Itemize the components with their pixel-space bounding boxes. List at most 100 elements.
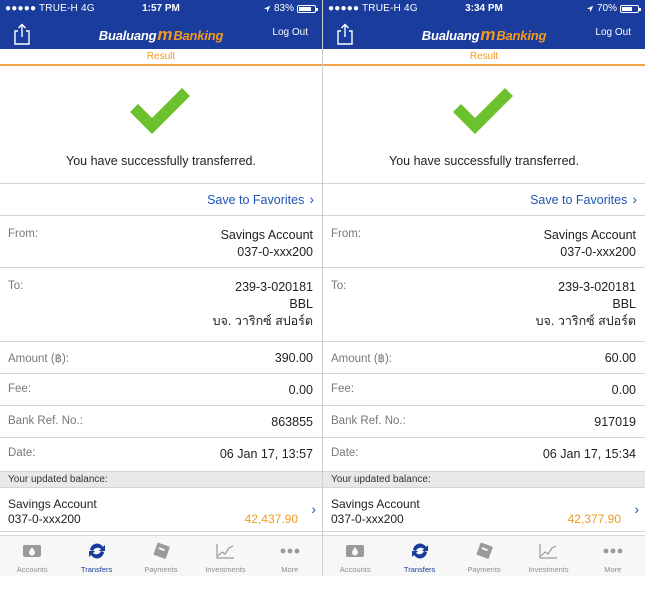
step-indicator: Result — [0, 49, 322, 66]
battery-percent: 70% — [596, 3, 617, 14]
tab-investments[interactable]: Investments — [516, 536, 580, 576]
location-arrow-icon — [263, 5, 271, 12]
date-label: Date: — [8, 447, 36, 459]
transfer-details: Save to Favorites › From: Savings Account… — [0, 183, 322, 532]
logo-text-main: Bualuang — [421, 28, 480, 43]
fee-row: Fee: 0.00 — [323, 374, 645, 406]
balance-amount: 42,377.90 — [567, 512, 621, 526]
investments-icon — [216, 544, 235, 559]
date-value: 06 Jan 17, 13:57 — [219, 447, 313, 461]
tab-accounts-label: Accounts — [339, 565, 371, 574]
tab-more[interactable]: More — [258, 536, 322, 576]
from-value: Savings Account 037-0-xxx200 — [221, 227, 313, 261]
save-to-favorites-button[interactable]: Save to Favorites › — [0, 184, 322, 216]
battery-icon — [620, 4, 641, 13]
tab-transfers[interactable]: Transfers — [64, 536, 128, 576]
success-panel: You have successfully transferred. — [323, 66, 645, 183]
chevron-right-icon: › — [311, 501, 316, 517]
top-nav: BualuangmBanking Log Out — [0, 18, 322, 49]
tab-investments[interactable]: Investments — [193, 536, 257, 576]
tab-transfers[interactable]: Transfers — [387, 536, 451, 576]
from-label: From: — [331, 228, 362, 240]
status-bar: ●●●●● TRUE-H 4G 3:34 PM 70% — [323, 0, 645, 18]
tab-accounts[interactable]: Accounts — [0, 536, 64, 576]
balance-account-no: 037-0-xxx200 — [331, 512, 404, 526]
to-value: 239-3-020181 BBL บจ. วาริกซ์ สปอร์ต — [213, 279, 313, 330]
tab-bar: Accounts Transfers Payments Investments … — [0, 535, 322, 576]
balance-account-type: Savings Account — [8, 497, 97, 511]
from-account-no: 037-0-xxx200 — [237, 245, 313, 259]
fee-row: Fee: 0.00 — [0, 374, 322, 406]
screen-left: ●●●●● TRUE-H 4G 1:57 PM 83% BualuangmBan… — [0, 0, 322, 576]
transfer-details: Save to Favorites › From: Savings Account… — [323, 183, 645, 532]
accounts-icon — [23, 545, 42, 557]
bank-ref-value: 863855 — [271, 415, 313, 429]
tab-payments[interactable]: Payments — [129, 536, 193, 576]
balance-account: Savings Account 037-0-xxx200 — [331, 497, 420, 527]
more-icon — [280, 548, 300, 554]
location-arrow-icon — [586, 5, 594, 12]
logo-text-banking: Banking — [173, 28, 224, 43]
screen-right: ●●●●● TRUE-H 4G 3:34 PM 70% BualuangmBan… — [323, 0, 645, 576]
fee-value: 0.00 — [288, 383, 313, 397]
checkmark-icon — [130, 88, 190, 134]
top-nav: BualuangmBanking Log Out — [323, 18, 645, 49]
from-value: Savings Account 037-0-xxx200 — [544, 227, 636, 261]
save-to-favorites-label: Save to Favorites — [207, 193, 305, 207]
amount-label: Amount (฿): — [331, 353, 392, 365]
transfers-icon — [411, 543, 428, 559]
save-to-favorites-label: Save to Favorites — [530, 193, 628, 207]
logo-text-banking: Banking — [496, 28, 547, 43]
tab-more[interactable]: More — [581, 536, 645, 576]
logo-m-mark: m — [480, 25, 496, 44]
date-row: Date: 06 Jan 17, 15:34 — [323, 438, 645, 472]
logo-m-mark: m — [157, 25, 173, 44]
to-name: บจ. วาริกซ์ สปอร์ต — [535, 314, 636, 328]
save-to-favorites-button[interactable]: Save to Favorites › — [323, 184, 645, 216]
investments-icon — [539, 544, 558, 559]
battery-percent: 83% — [273, 3, 294, 14]
balance-header: Your updated balance: — [0, 472, 322, 488]
bank-ref-label: Bank Ref. No.: — [331, 415, 406, 427]
amount-value: 60.00 — [604, 351, 636, 365]
balance-account: Savings Account 037-0-xxx200 — [8, 497, 97, 527]
to-account-no: 239-3-020181 — [235, 280, 313, 294]
logo-text-main: Bualuang — [98, 28, 157, 43]
success-message: You have successfully transferred. — [66, 154, 256, 168]
status-bar: ●●●●● TRUE-H 4G 1:57 PM 83% — [0, 0, 322, 18]
from-account-type: Savings Account — [220, 228, 313, 242]
balance-account-row[interactable]: Savings Account 037-0-xxx200 42,377.90 › — [323, 488, 645, 532]
tab-accounts[interactable]: Accounts — [323, 536, 387, 576]
chevron-right-icon: › — [309, 191, 314, 207]
amount-row: Amount (฿): 60.00 — [323, 342, 645, 374]
tab-investments-label: Investments — [205, 565, 246, 574]
to-label: To: — [331, 280, 347, 292]
tab-payments[interactable]: Payments — [452, 536, 516, 576]
amount-label: Amount (฿): — [8, 353, 69, 365]
success-message: You have successfully transferred. — [389, 154, 579, 168]
battery-fill — [622, 6, 632, 11]
date-label: Date: — [331, 447, 359, 459]
date-row: Date: 06 Jan 17, 13:57 — [0, 438, 322, 472]
checkmark-icon — [453, 88, 513, 134]
tab-payments-label: Payments — [467, 565, 501, 574]
amount-row: Amount (฿): 390.00 — [0, 342, 322, 374]
payments-icon — [153, 542, 170, 559]
balance-account-no: 037-0-xxx200 — [8, 512, 81, 526]
balance-account-row[interactable]: Savings Account 037-0-xxx200 42,437.90 › — [0, 488, 322, 532]
status-right: 83% — [263, 3, 318, 14]
balance-account-type: Savings Account — [331, 497, 420, 511]
tab-bar: Accounts Transfers Payments Investments … — [323, 535, 645, 576]
payments-icon — [476, 542, 493, 559]
from-row: From: Savings Account 037-0-xxx200 — [0, 216, 322, 268]
tab-transfers-label: Transfers — [403, 565, 436, 574]
bank-ref-row: Bank Ref. No.: 863855 — [0, 406, 322, 438]
logout-button[interactable]: Log Out — [272, 27, 308, 38]
amount-value: 390.00 — [274, 351, 313, 365]
logout-button[interactable]: Log Out — [595, 27, 631, 38]
from-account-type: Savings Account — [543, 228, 636, 242]
to-value: 239-3-020181 BBL บจ. วาริกซ์ สปอร์ต — [536, 279, 636, 330]
to-row: To: 239-3-020181 BBL บจ. วาริกซ์ สปอร์ต — [0, 268, 322, 342]
step-indicator: Result — [323, 49, 645, 66]
transfers-icon — [88, 543, 105, 559]
